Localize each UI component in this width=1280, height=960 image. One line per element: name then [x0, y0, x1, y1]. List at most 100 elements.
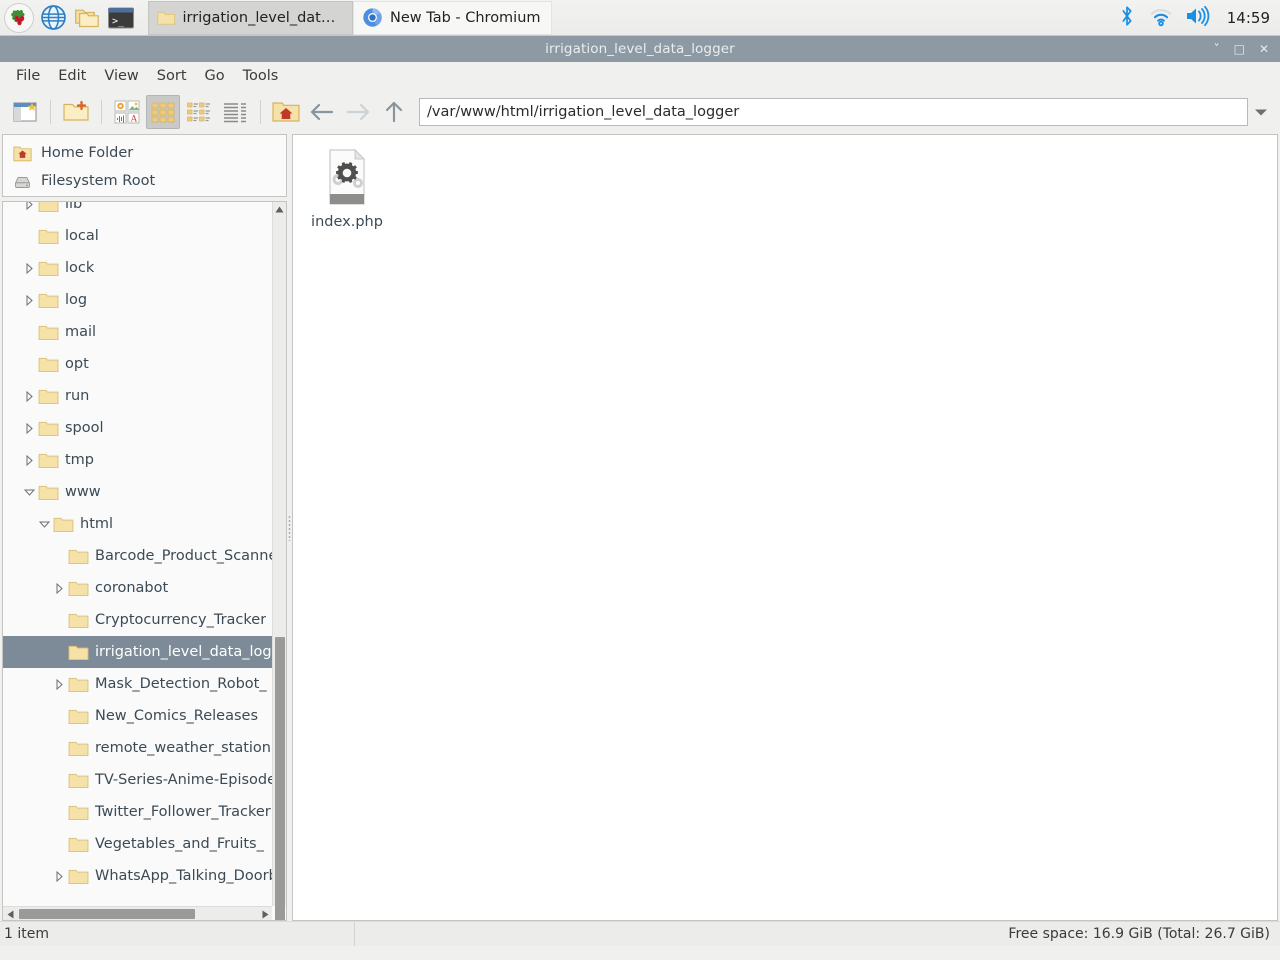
chevron-right-icon[interactable] — [21, 422, 37, 434]
path-dropdown-button[interactable] — [1250, 107, 1272, 117]
tree-item[interactable]: run — [3, 380, 272, 412]
tree-item[interactable]: lock — [3, 252, 272, 284]
terminal-icon[interactable]: >_ — [104, 1, 138, 35]
icon-view-button[interactable] — [146, 95, 180, 129]
tree-item[interactable]: TV-Series-Anime-Episodes — [3, 764, 272, 796]
chevron-down-icon[interactable] — [21, 488, 37, 497]
taskbar: >_ irrigation_level_data_l... New Tab - … — [0, 0, 1280, 36]
chevron-right-icon[interactable] — [51, 678, 67, 690]
tree-item[interactable]: www — [3, 476, 272, 508]
folder-icon — [67, 772, 89, 789]
file-list-pane[interactable]: index.php — [292, 134, 1278, 921]
tree-item-label: run — [65, 388, 90, 404]
scroll-down-arrow[interactable] — [273, 892, 286, 906]
chevron-right-icon[interactable] — [21, 202, 37, 210]
file-item[interactable]: index.php — [297, 143, 397, 236]
menu-tools[interactable]: Tools — [234, 65, 288, 87]
chevron-right-icon[interactable] — [21, 454, 37, 466]
maximize-button[interactable]: □ — [1234, 43, 1245, 55]
tree-item[interactable]: lib — [3, 202, 272, 220]
up-button[interactable] — [377, 95, 411, 129]
path-entry-value: /var/www/html/irrigation_level_data_logg… — [427, 104, 740, 120]
tree-vertical-scrollbar[interactable] — [272, 202, 286, 920]
tree-item[interactable]: Mask_Detection_Robot_ — [3, 668, 272, 700]
statusbar: 1 item Free space: 16.9 GiB (Total: 26.7… — [0, 921, 1280, 946]
tree-item[interactable]: Vegetables_and_Fruits_ — [3, 828, 272, 860]
scroll-up-arrow[interactable] — [273, 202, 286, 216]
chevron-down-icon[interactable] — [36, 520, 52, 529]
new-folder-button[interactable] — [59, 95, 93, 129]
chevron-right-icon[interactable] — [51, 870, 67, 882]
tree-item[interactable]: New_Comics_Releases — [3, 700, 272, 732]
taskbar-button-label: New Tab - Chromium — [390, 9, 541, 26]
taskbar-button-file-manager[interactable]: irrigation_level_data_l... — [148, 0, 353, 35]
tree-item[interactable]: log — [3, 284, 272, 316]
tree-item-label: Cryptocurrency_Tracker — [95, 612, 267, 628]
scroll-left-arrow[interactable] — [3, 907, 17, 920]
chevron-right-icon[interactable] — [21, 262, 37, 274]
tree-item[interactable]: remote_weather_station — [3, 732, 272, 764]
folder-icon — [37, 356, 59, 373]
sidebar-item-home-folder[interactable]: Home Folder — [3, 139, 286, 167]
sidebar: Home Folder Filesystem Root lib local lock… — [0, 134, 287, 921]
tree-item-label: Vegetables_and_Fruits_ — [95, 836, 264, 852]
tree-item[interactable]: WhatsApp_Talking_Doorbell — [3, 860, 272, 892]
new-tab-button[interactable] — [8, 95, 42, 129]
menu-view[interactable]: View — [95, 65, 147, 87]
menu-go[interactable]: Go — [196, 65, 234, 87]
tree-item[interactable]: Barcode_Product_Scanner — [3, 540, 272, 572]
volume-icon[interactable] — [1185, 5, 1211, 31]
web-browser-icon[interactable] — [36, 1, 70, 35]
tree-hscroll-thumb[interactable] — [19, 909, 195, 919]
tree-item-label: lock — [65, 260, 95, 276]
tree-horizontal-scrollbar[interactable] — [3, 906, 272, 920]
menu-edit[interactable]: Edit — [49, 65, 95, 87]
tree-item-label: irrigation_level_data_logger — [95, 644, 272, 660]
close-button[interactable]: ✕ — [1259, 43, 1269, 55]
file-manager-icon[interactable] — [70, 1, 104, 35]
tree-item[interactable]: Twitter_Follower_Tracker — [3, 796, 272, 828]
sidebar-item-filesystem-root[interactable]: Filesystem Root — [3, 167, 286, 195]
bluetooth-icon[interactable] — [1117, 5, 1137, 31]
taskbar-window-buttons: irrigation_level_data_l... New Tab - Chr… — [148, 0, 1117, 36]
tree-item-selected[interactable]: irrigation_level_data_logger — [3, 636, 272, 668]
tree-item-label: www — [65, 484, 101, 500]
raspberry-menu-icon[interactable] — [2, 1, 36, 35]
folder-icon — [67, 740, 89, 757]
folder-icon — [67, 868, 89, 885]
tree-item-label: log — [65, 292, 88, 308]
tree-item[interactable]: tmp — [3, 444, 272, 476]
back-button[interactable] — [305, 95, 339, 129]
tree-item[interactable]: opt — [3, 348, 272, 380]
menu-sort[interactable]: Sort — [148, 65, 196, 87]
tree-item[interactable]: local — [3, 220, 272, 252]
scroll-right-arrow[interactable] — [258, 907, 272, 920]
tree-item-label: Barcode_Product_Scanner — [95, 548, 272, 564]
drive-icon — [15, 176, 30, 188]
path-entry[interactable]: /var/www/html/irrigation_level_data_logg… — [419, 98, 1248, 126]
tree-item[interactable]: html — [3, 508, 272, 540]
taskbar-button-chromium[interactable]: New Tab - Chromium — [353, 0, 552, 35]
chevron-right-icon[interactable] — [21, 294, 37, 306]
wifi-icon[interactable] — [1149, 5, 1173, 31]
tree-item[interactable]: Cryptocurrency_Tracker — [3, 604, 272, 636]
folder-icon — [67, 580, 89, 597]
taskbar-clock[interactable]: 14:59 — [1223, 9, 1270, 27]
tree-item[interactable]: spool — [3, 412, 272, 444]
taskbar-button-label: irrigation_level_data_l... — [182, 9, 342, 26]
folder-icon — [67, 548, 89, 565]
show-thumbnails-button[interactable]: A — [110, 95, 144, 129]
menu-file[interactable]: File — [7, 65, 49, 87]
home-button[interactable] — [269, 95, 303, 129]
chevron-right-icon[interactable] — [51, 582, 67, 594]
forward-button[interactable] — [341, 95, 375, 129]
minimize-button[interactable]: ˅ — [1214, 43, 1220, 55]
tree-vscroll-thumb[interactable] — [275, 637, 285, 920]
tree-item-label: New_Comics_Releases — [95, 708, 259, 724]
chevron-down-icon — [1255, 109, 1267, 116]
detailed-list-view-button[interactable] — [218, 95, 252, 129]
tree-item[interactable]: coronabot — [3, 572, 272, 604]
chevron-right-icon[interactable] — [21, 390, 37, 402]
compact-view-button[interactable] — [182, 95, 216, 129]
tree-item[interactable]: mail — [3, 316, 272, 348]
